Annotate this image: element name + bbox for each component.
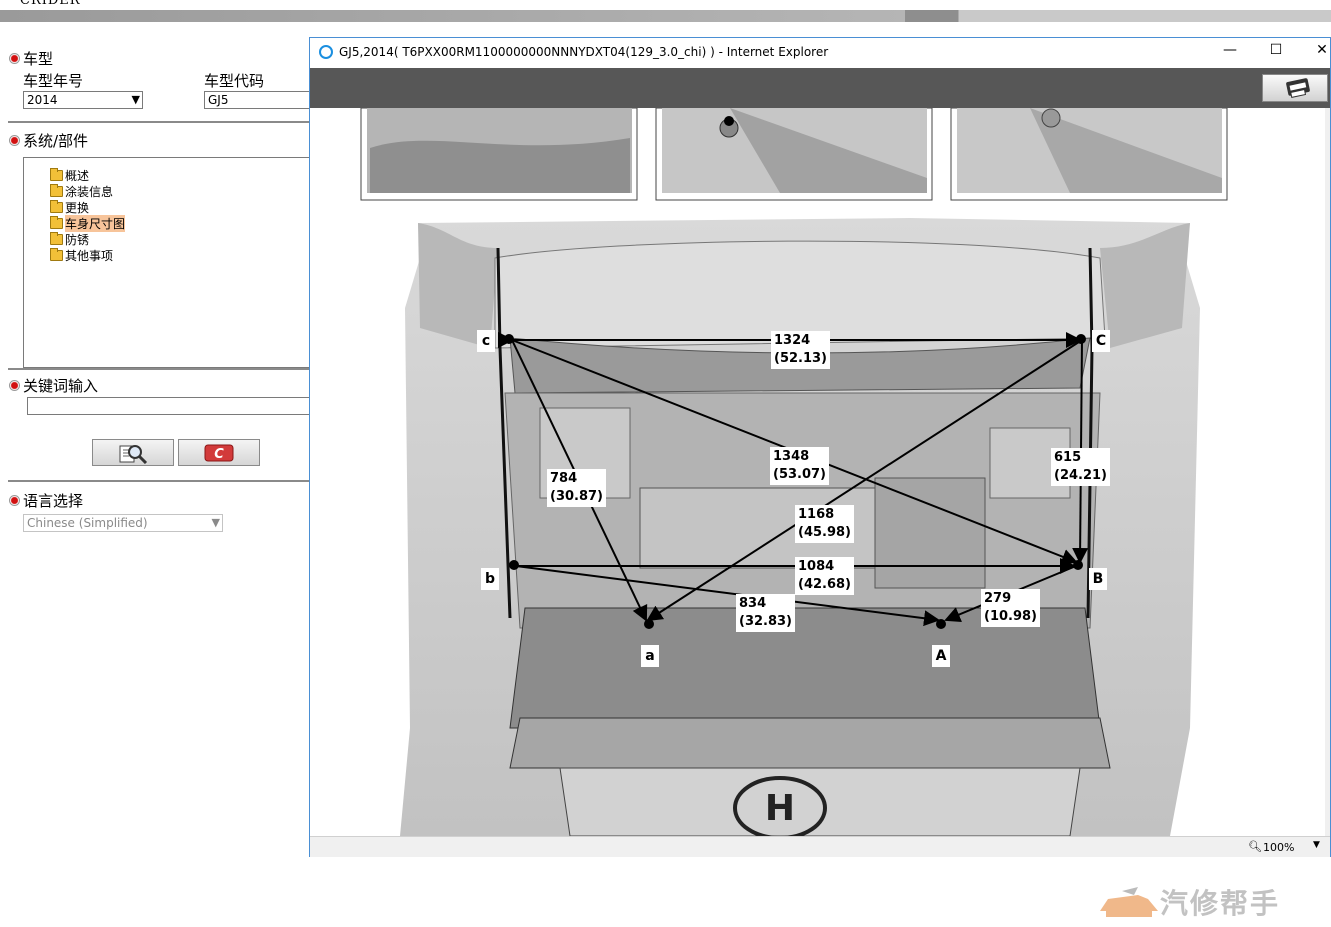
zoom-level[interactable]: 100% <box>1263 841 1294 854</box>
radio-icon[interactable] <box>9 495 20 506</box>
dim-label: 834 (32.83) <box>736 594 796 632</box>
printer-icon <box>1286 78 1310 98</box>
print-button[interactable] <box>1262 74 1328 102</box>
window-titlebar[interactable]: GJ5,2014( T6PXX00RM1100000000NNNYDXT04(1… <box>310 38 1330 68</box>
dim-label: 784 (30.87) <box>547 469 607 507</box>
vertical-scrollbar[interactable] <box>1325 108 1330 836</box>
system-tree[interactable]: 概述 涂装信息 更换 车身尺寸图 防锈 其他事项 <box>23 157 310 368</box>
year-select[interactable]: 2014 ▼ <box>23 91 143 109</box>
tree-item-body-dimensions[interactable]: 车身尺寸图 <box>50 215 126 232</box>
dim-label: 1168 (45.98) <box>795 505 855 543</box>
divider <box>8 480 310 482</box>
chevron-down-icon: ▼ <box>131 93 140 106</box>
svg-text:H: H <box>765 788 795 829</box>
window-title: GJ5,2014( T6PXX00RM1100000000NNNYDXT04(1… <box>339 45 829 59</box>
divider <box>8 368 310 370</box>
dim-label: 1324 (52.13) <box>771 331 831 369</box>
chevron-down-icon: ▼ <box>211 516 220 529</box>
divider <box>8 121 310 123</box>
point-label-c: c <box>477 330 495 352</box>
detail-thumbnails <box>360 108 1228 201</box>
code-label: 车型代码 <box>204 72 265 90</box>
point-label-A: A <box>932 645 950 667</box>
radio-icon[interactable] <box>9 135 20 146</box>
close-button[interactable]: ✕ <box>1302 42 1331 62</box>
language-section-header: 语言选择 <box>9 490 83 511</box>
language-select-value: Chinese (Simplified) <box>27 516 148 530</box>
dim-label: 615 (24.21) <box>1051 448 1111 486</box>
dim-label: 1084 (42.68) <box>795 557 855 595</box>
brand-text: CRIDER <box>20 0 81 8</box>
tree-item-rust-prevention[interactable]: 防锈 <box>50 232 89 247</box>
clear-button[interactable]: C <box>178 439 260 466</box>
point-label-B: B <box>1089 568 1107 590</box>
zoom-dropdown-icon[interactable]: ▼ <box>1313 840 1320 850</box>
zoom-icon: 🔍︎ <box>1248 840 1262 853</box>
svg-text:C: C <box>214 447 224 462</box>
folder-icon <box>50 232 63 245</box>
radio-icon[interactable] <box>9 380 20 391</box>
ie-logo-icon <box>319 45 333 59</box>
folder-icon <box>50 200 63 213</box>
tree-item-replacement[interactable]: 更换 <box>50 200 89 215</box>
point-label-a: a <box>641 645 659 667</box>
tree-item-overview[interactable]: 概述 <box>50 168 89 183</box>
system-header-label: 系统/部件 <box>23 132 89 150</box>
radio-icon[interactable] <box>9 53 20 64</box>
folder-icon <box>50 216 63 229</box>
top-banner: CRIDER <box>0 0 1331 22</box>
keyword-section-header: 关键词输入 <box>9 375 98 396</box>
language-header-label: 语言选择 <box>23 492 84 510</box>
maximize-button[interactable]: ☐ <box>1256 42 1296 62</box>
ie-window: GJ5,2014( T6PXX00RM1100000000NNNYDXT04(1… <box>309 37 1331 857</box>
point-label-C: C <box>1092 330 1110 352</box>
watermark: 汽修帮手 <box>1098 882 1280 922</box>
status-bar: 🔍︎ 100% ▼ <box>310 836 1330 857</box>
folder-icon <box>50 184 63 197</box>
search-icon <box>119 444 148 464</box>
code-select[interactable]: GJ5 <box>204 91 310 109</box>
tree-item-other[interactable]: 其他事项 <box>50 248 113 263</box>
search-button[interactable] <box>92 439 174 466</box>
folder-icon <box>50 168 63 181</box>
language-select[interactable]: Chinese (Simplified) ▼ <box>23 514 223 532</box>
dim-label: 1348 (53.07) <box>770 447 830 485</box>
clear-icon: C <box>204 444 234 462</box>
vehicle-header-label: 车型 <box>23 50 54 68</box>
vehicle-section-header: 车型 <box>9 48 53 69</box>
minimize-button[interactable]: — <box>1210 42 1250 62</box>
year-label: 车型年号 <box>23 72 84 90</box>
keyword-input[interactable] <box>27 397 310 415</box>
banner-strip <box>0 10 1331 22</box>
code-select-value: GJ5 <box>208 93 229 107</box>
tree-item-paint-info[interactable]: 涂装信息 <box>50 184 113 199</box>
dim-label: 279 (10.98) <box>981 589 1041 627</box>
keyword-header-label: 关键词输入 <box>23 377 99 395</box>
system-section-header: 系统/部件 <box>9 130 88 151</box>
viewer-content: H c C b B a A 1324 (52.13) 1348 (53.07) … <box>310 108 1330 836</box>
watermark-logo-icon <box>1100 887 1158 917</box>
watermark-text: 汽修帮手 <box>1160 887 1281 920</box>
year-select-value: 2014 <box>27 93 58 107</box>
viewer-toolbar <box>310 68 1330 108</box>
folder-icon <box>50 248 63 261</box>
point-label-b: b <box>481 568 499 590</box>
